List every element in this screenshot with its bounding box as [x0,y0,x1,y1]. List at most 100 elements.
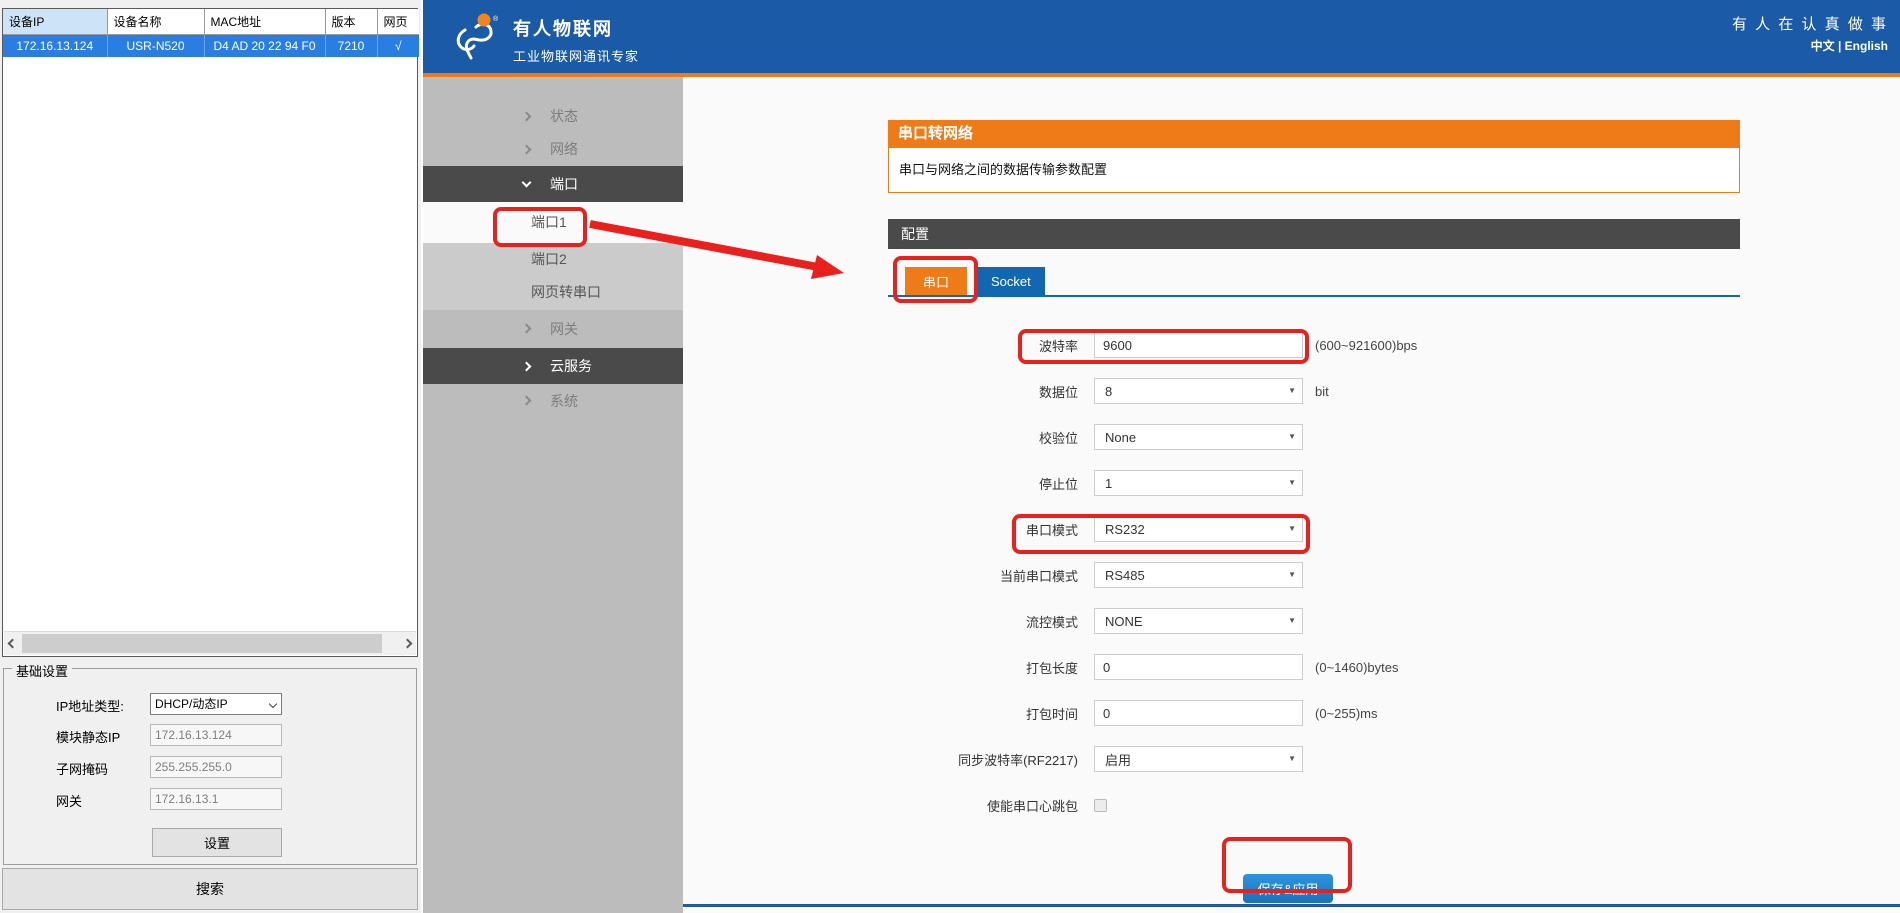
serial-mode-select[interactable]: RS232▼ [1094,516,1303,542]
subnet-mask-field[interactable] [150,756,282,778]
chevron-right-icon [522,112,532,122]
baud-rate-input[interactable] [1094,332,1303,358]
sidebar-item-gateway[interactable]: 网关 [423,310,683,348]
data-bits-select[interactable]: 8▼ [1094,378,1303,404]
dropdown-arrow-icon: ▼ [1288,478,1296,487]
dropdown-arrow-icon: ▼ [1288,754,1296,763]
language-switch[interactable]: 中文 | English [1811,37,1888,54]
dropdown-arrow-icon: ▼ [1288,432,1296,441]
serial-mode-label: 串口模式 [888,520,1078,539]
chevron-right-icon [522,145,532,155]
brand-title: 有人物联网 [513,15,639,41]
packet-time-input[interactable] [1094,700,1303,726]
col-header-web[interactable]: 网页 [377,9,419,35]
sync-baud-rate-label: 同步波特率(RF2217) [888,750,1078,769]
col-header-device-ip[interactable]: 设备IP [3,9,107,35]
scroll-right-button[interactable] [399,632,416,655]
cell-web-check[interactable]: √ [377,35,419,57]
device-tool-panel: 设备IP 设备名称 MAC地址 版本 网页 172.16.13.124 USR-… [0,0,421,913]
packet-length-input[interactable] [1094,654,1303,680]
sidebar-item-network[interactable]: 网络 [423,133,683,166]
packet-length-label: 打包长度 [888,658,1078,677]
data-bits-hint: bit [1315,384,1329,399]
section-header-config: 配置 [888,219,1740,249]
packet-length-hint: (0~1460)bytes [1315,660,1398,675]
svg-text:®: ® [493,15,499,23]
baud-rate-label: 波特率 [888,336,1078,355]
sidebar-item-port2[interactable]: 端口2 [423,243,683,276]
packet-time-label: 打包时间 [888,704,1078,723]
tab-serial[interactable]: 串口 [905,267,967,295]
sidebar-item-status[interactable]: 状态 [423,100,683,133]
dropdown-arrow-icon: ▼ [1288,524,1296,533]
gateway-label: 网关 [56,791,82,810]
sidebar-item-port[interactable]: 端口 [423,166,683,202]
dropdown-arrow-icon: ▼ [1288,570,1296,579]
serial-heartbeat-checkbox[interactable] [1094,799,1107,812]
dropdown-arrow-icon: ▼ [1288,386,1296,395]
chevron-down-icon [269,700,277,708]
table-row[interactable]: 172.16.13.124 USR-N520 D4 AD 20 22 94 F0… [3,35,419,57]
current-serial-mode-select[interactable]: RS485▼ [1094,562,1303,588]
search-button[interactable]: 搜索 [2,868,418,910]
ip-type-value: DHCP/动态IP [155,697,228,711]
sidebar-item-system[interactable]: 系统 [423,384,683,418]
parity-select[interactable]: None▼ [1094,424,1303,450]
chevron-right-icon [522,324,532,334]
chevron-right-icon [522,362,532,372]
col-header-version[interactable]: 版本 [325,9,377,35]
data-bits-label: 数据位 [888,382,1078,401]
web-header: ® 有人物联网 工业物联网通讯专家 有 人 在 认 真 做 事 中文 | Eng… [423,0,1900,77]
ip-type-label: IP地址类型: [56,696,124,715]
sidebar-item-port1[interactable]: 端口1 [423,202,683,243]
web-sidebar: 状态 网络 端口 端口1 端口2 网页转串口 网关 云服务 系统 [423,77,683,913]
cell-device-ip[interactable]: 172.16.13.124 [3,35,107,57]
chevron-right-icon [403,639,413,649]
stop-bits-select[interactable]: 1▼ [1094,470,1303,496]
footer-divider [683,904,1900,907]
chevron-right-icon [522,396,532,406]
device-table-header-row: 设备IP 设备名称 MAC地址 版本 网页 [3,9,419,35]
chevron-down-icon [522,178,532,188]
main-content: 串口转网络 串口与网络之间的数据传输参数配置 配置 串口 Socket 波特率 … [683,77,1900,913]
cell-version[interactable]: 7210 [325,35,377,57]
current-serial-mode-label: 当前串口模式 [888,566,1078,585]
static-ip-label: 模块静态IP [56,727,120,746]
header-slogan: 有 人 在 认 真 做 事 [1732,13,1888,34]
scrollbar-thumb[interactable] [22,634,382,653]
flow-control-label: 流控模式 [888,612,1078,631]
baud-rate-hint: (600~921600)bps [1315,338,1417,353]
subnet-mask-label: 子网掩码 [56,759,108,778]
packet-time-hint: (0~255)ms [1315,706,1378,721]
col-header-mac[interactable]: MAC地址 [204,9,325,35]
sidebar-item-web-to-serial[interactable]: 网页转串口 [423,276,683,310]
save-apply-button[interactable]: 保存&应用 [1243,874,1333,903]
serial-heartbeat-label: 使能串口心跳包 [888,796,1078,815]
set-button[interactable]: 设置 [152,828,282,857]
sidebar-item-cloud[interactable]: 云服务 [423,348,683,384]
horizontal-scrollbar[interactable] [4,631,416,655]
device-table: 设备IP 设备名称 MAC地址 版本 网页 172.16.13.124 USR-… [3,9,419,57]
basic-settings-title: 基础设置 [12,661,72,680]
cell-mac[interactable]: D4 AD 20 22 94 F0 [204,35,325,57]
device-list: 设备IP 设备名称 MAC地址 版本 网页 172.16.13.124 USR-… [2,8,418,657]
flow-control-select[interactable]: NONE▼ [1094,608,1303,634]
stop-bits-label: 停止位 [888,474,1078,493]
static-ip-field[interactable] [150,724,282,746]
scroll-left-button[interactable] [4,632,21,655]
basic-settings-group: 基础设置 IP地址类型: DHCP/动态IP 模块静态IP 子网掩码 网关 [3,668,417,865]
page-title: 串口转网络 [888,120,1740,148]
col-header-device-name[interactable]: 设备名称 [107,9,204,35]
ip-type-select[interactable]: DHCP/动态IP [150,693,282,715]
page-subtitle: 串口与网络之间的数据传输参数配置 [888,148,1740,193]
chevron-left-icon [8,639,18,649]
tab-socket[interactable]: Socket [977,267,1045,295]
gateway-field[interactable] [150,788,282,810]
web-config-page: ® 有人物联网 工业物联网通讯专家 有 人 在 认 真 做 事 中文 | Eng… [423,0,1900,913]
tab-bar: 串口 Socket [888,267,1740,297]
cell-device-name[interactable]: USR-N520 [107,35,204,57]
dropdown-arrow-icon: ▼ [1288,616,1296,625]
sync-baud-rate-select[interactable]: 启用▼ [1094,746,1303,772]
usr-logo-icon: ® [453,12,501,67]
parity-label: 校验位 [888,428,1078,447]
